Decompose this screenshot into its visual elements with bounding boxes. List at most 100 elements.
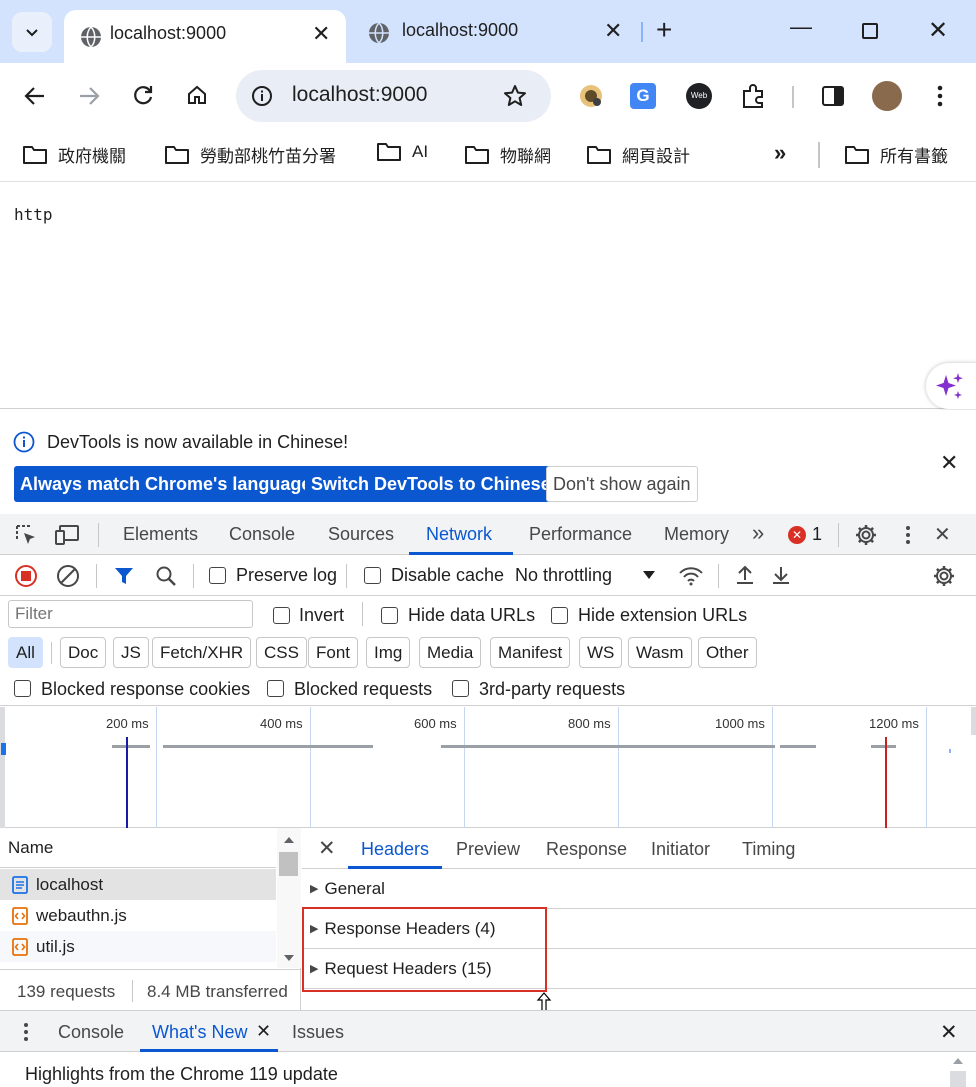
tab-memory[interactable]: Memory xyxy=(664,524,729,545)
headers-section-general[interactable]: ▶ General xyxy=(302,869,976,909)
scroll-up-arrow-icon[interactable] xyxy=(283,836,295,844)
type-filter-font[interactable]: Font xyxy=(308,637,359,668)
clear-icon[interactable] xyxy=(56,564,80,588)
search-icon[interactable] xyxy=(154,564,178,588)
new-tab-icon[interactable]: + xyxy=(656,14,672,46)
more-vertical-icon[interactable] xyxy=(936,84,944,108)
google-translate-icon[interactable]: G xyxy=(630,83,656,109)
preserve-log-checkbox[interactable] xyxy=(209,567,226,584)
more-vertical-icon[interactable] xyxy=(904,524,912,546)
scroll-up-arrow-icon[interactable] xyxy=(952,1057,964,1065)
type-filter-css[interactable]: CSS xyxy=(256,637,307,668)
close-detail-icon[interactable]: ✕ xyxy=(318,836,336,861)
drawer-scrollbar-thumb[interactable] xyxy=(950,1071,966,1087)
all-bookmarks-folder[interactable]: 所有書籤 xyxy=(844,142,948,167)
timeline-left-handle[interactable] xyxy=(0,707,5,828)
detail-tab-response[interactable]: Response xyxy=(546,839,627,860)
more-tabs-icon[interactable]: » xyxy=(752,520,764,546)
drawer-tab-console[interactable]: Console xyxy=(58,1022,124,1043)
close-tab-icon[interactable]: ✕ xyxy=(604,18,622,44)
request-list-scrollbar[interactable] xyxy=(277,828,301,968)
tab-sources[interactable]: Sources xyxy=(328,524,394,545)
address-bar[interactable]: localhost:9000 xyxy=(236,70,551,122)
type-filter-manifest[interactable]: Manifest xyxy=(490,637,571,668)
minimize-icon[interactable]: — xyxy=(790,14,812,40)
bookmark-star-icon[interactable] xyxy=(503,84,527,108)
third-party-checkbox[interactable] xyxy=(452,680,469,697)
extension-lens-icon[interactable] xyxy=(578,83,604,109)
blocked-requests-checkbox[interactable] xyxy=(267,680,284,697)
switch-to-chinese-button[interactable]: Switch DevTools to Chinese xyxy=(305,466,557,502)
drawer-tab-issues[interactable]: Issues xyxy=(292,1022,344,1043)
network-conditions-icon[interactable] xyxy=(678,565,704,587)
detail-tab-timing[interactable]: Timing xyxy=(742,839,795,860)
type-filter-other[interactable]: Other xyxy=(698,637,757,668)
bookmark-folder[interactable]: AI xyxy=(376,142,428,162)
timeline-right-handle[interactable] xyxy=(971,707,976,735)
scrollbar-thumb[interactable] xyxy=(279,852,298,876)
filter-input[interactable] xyxy=(8,600,253,628)
bookmark-folder[interactable]: 物聯網 xyxy=(464,142,551,167)
record-stop-icon[interactable] xyxy=(14,564,38,588)
tab-performance[interactable]: Performance xyxy=(529,524,632,545)
dropdown-arrow-icon[interactable] xyxy=(642,570,656,580)
detail-tab-initiator[interactable]: Initiator xyxy=(651,839,710,860)
network-timeline-overview[interactable]: 200 ms 400 ms 600 ms 800 ms 1000 ms 1200… xyxy=(0,707,976,828)
tab-elements[interactable]: Elements xyxy=(123,524,198,545)
inspect-element-icon[interactable] xyxy=(15,524,37,546)
home-icon[interactable] xyxy=(186,84,208,106)
type-filter-all[interactable]: All xyxy=(8,637,43,668)
hide-extension-urls-checkbox[interactable] xyxy=(551,607,568,624)
bookmark-folder[interactable]: 政府機關 xyxy=(22,142,126,167)
side-panel-icon[interactable] xyxy=(822,86,844,106)
settings-gear-icon[interactable] xyxy=(854,523,878,547)
throttling-select[interactable]: No throttling xyxy=(515,565,612,586)
request-row[interactable]: webauthn.js xyxy=(0,900,276,931)
more-vertical-icon[interactable] xyxy=(22,1022,30,1042)
scroll-down-arrow-icon[interactable] xyxy=(283,954,295,962)
close-tab-icon[interactable]: ✕ xyxy=(312,21,330,47)
close-window-icon[interactable]: ✕ xyxy=(928,16,948,45)
detail-tab-preview[interactable]: Preview xyxy=(456,839,520,860)
network-settings-gear-icon[interactable] xyxy=(932,564,956,588)
close-devtools-icon[interactable]: ✕ xyxy=(934,522,951,547)
tab-network[interactable]: Network xyxy=(426,524,492,545)
close-infobar-icon[interactable]: ✕ xyxy=(940,450,958,476)
type-filter-wasm[interactable]: Wasm xyxy=(628,637,692,668)
request-row[interactable]: localhost xyxy=(0,869,276,900)
extensions-puzzle-icon[interactable] xyxy=(740,83,766,109)
tab-search-button[interactable] xyxy=(12,12,52,52)
webchatgpt-icon[interactable]: Web xyxy=(686,83,712,109)
type-filter-media[interactable]: Media xyxy=(419,637,482,668)
disable-cache-checkbox[interactable] xyxy=(364,567,381,584)
back-icon[interactable] xyxy=(24,86,46,106)
type-filter-img[interactable]: Img xyxy=(366,637,411,668)
tab-inactive[interactable]: localhost:9000 ✕ xyxy=(356,10,636,63)
reload-icon[interactable] xyxy=(132,84,154,106)
close-drawer-icon[interactable]: ✕ xyxy=(940,1020,958,1045)
filter-funnel-icon[interactable] xyxy=(113,565,135,587)
site-info-icon[interactable] xyxy=(251,85,273,107)
invert-checkbox[interactable] xyxy=(273,607,290,624)
ai-assistant-button[interactable] xyxy=(926,363,976,409)
name-column-header[interactable]: Name xyxy=(8,838,53,858)
always-match-language-button[interactable]: Always match Chrome's language xyxy=(14,466,318,502)
maximize-icon[interactable] xyxy=(862,23,878,39)
drawer-tab-whats-new[interactable]: What's New xyxy=(152,1022,247,1043)
type-filter-js[interactable]: JS xyxy=(113,637,149,668)
bookmark-folder[interactable]: 勞動部桃竹苗分署 xyxy=(164,142,336,167)
more-bookmarks-icon[interactable]: » xyxy=(774,140,786,166)
bookmark-folder[interactable]: 網頁設計 xyxy=(586,142,690,167)
profile-avatar[interactable] xyxy=(872,81,902,111)
hide-data-urls-checkbox[interactable] xyxy=(381,607,398,624)
tab-active[interactable]: localhost:9000 ✕ xyxy=(64,10,346,63)
dont-show-again-button[interactable]: Don't show again xyxy=(546,466,698,502)
blocked-cookies-checkbox[interactable] xyxy=(14,680,31,697)
close-drawer-tab-icon[interactable]: ✕ xyxy=(256,1021,271,1042)
export-har-icon[interactable] xyxy=(770,564,792,586)
error-count[interactable]: 1 xyxy=(812,524,822,545)
type-filter-doc[interactable]: Doc xyxy=(60,637,107,668)
request-row[interactable]: util.js xyxy=(0,931,276,962)
error-icon[interactable]: ✕ xyxy=(788,526,806,544)
detail-tab-headers[interactable]: Headers xyxy=(361,839,429,860)
